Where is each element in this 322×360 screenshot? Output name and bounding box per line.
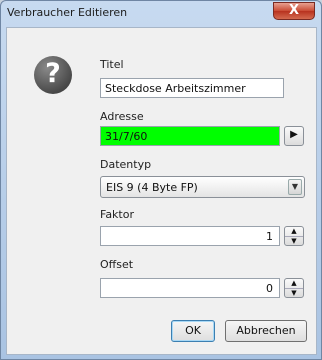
spinner-down-icon[interactable]: ▼ (285, 288, 303, 298)
titel-input[interactable]: Steckdose Arbeitszimmer (100, 78, 284, 98)
faktor-label: Faktor (100, 208, 134, 221)
play-arrow-icon: ▶ (290, 129, 298, 140)
offset-spinner[interactable]: ▲ ▼ (284, 278, 304, 298)
close-icon: X (288, 3, 300, 18)
cancel-button[interactable]: Abbrechen (225, 320, 307, 342)
title-bar[interactable]: Verbraucher Editieren X (1, 1, 321, 25)
window-title: Verbraucher Editieren (7, 6, 128, 19)
chevron-down-icon[interactable]: ▼ (288, 179, 302, 195)
offset-label: Offset (100, 258, 134, 271)
spinner-up-icon[interactable]: ▲ (285, 279, 303, 288)
adresse-label: Adresse (100, 110, 144, 123)
faktor-input[interactable]: 1 (100, 226, 280, 246)
close-button[interactable]: X (273, 2, 315, 20)
spinner-up-icon[interactable]: ▲ (285, 227, 303, 236)
spinner-down-icon[interactable]: ▼ (285, 236, 303, 246)
faktor-spinner[interactable]: ▲ ▼ (284, 226, 304, 246)
titel-label: Titel (100, 58, 124, 71)
datentyp-label: Datentyp (100, 158, 152, 171)
ok-button[interactable]: OK (171, 320, 215, 342)
adresse-input[interactable]: 31/7/60 (100, 126, 280, 146)
adresse-browse-button[interactable]: ▶ (284, 126, 304, 146)
question-icon: ? (34, 56, 72, 94)
offset-input[interactable]: 0 (100, 278, 280, 298)
datentyp-selected-value: EIS 9 (4 Byte FP) (106, 181, 198, 194)
datentyp-select[interactable]: EIS 9 (4 Byte FP) ▼ (100, 176, 305, 198)
